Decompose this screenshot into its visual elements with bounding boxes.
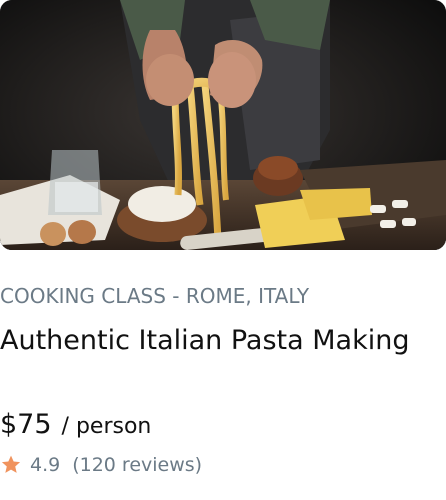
- rating-value: 4.9: [30, 454, 61, 476]
- price-amount: $75: [0, 409, 52, 440]
- star-icon: [0, 454, 22, 476]
- rating-row: 4.9 (120 reviews): [0, 452, 202, 478]
- review-count[interactable]: (120 reviews): [72, 454, 202, 476]
- price-unit: / person: [61, 414, 152, 439]
- price-row: $75 / person: [0, 407, 151, 445]
- activity-category: COOKING CLASS - ROME, ITALY: [0, 284, 310, 308]
- activity-photo[interactable]: [0, 0, 446, 250]
- pasta-photo-illustration: [0, 0, 446, 250]
- activity-title[interactable]: Authentic Italian Pasta Making: [0, 323, 409, 359]
- activity-card[interactable]: COOKING CLASS - ROME, ITALY Authentic It…: [0, 0, 446, 500]
